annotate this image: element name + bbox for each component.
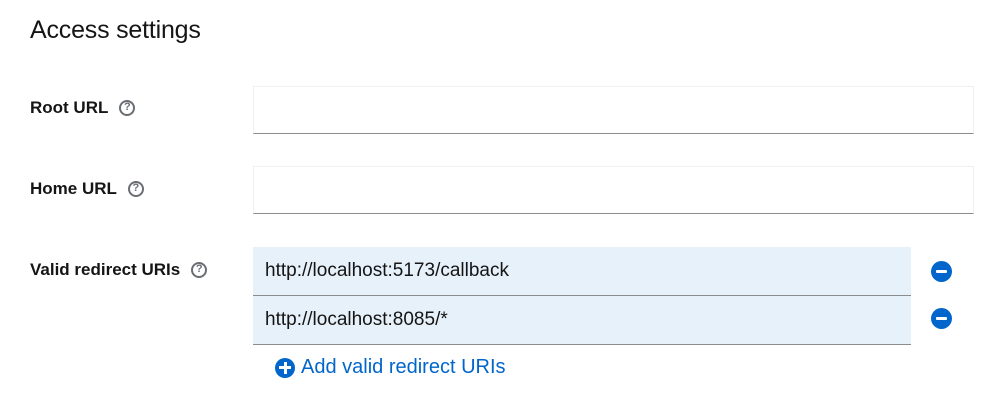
redirect-uri-value: http://localhost:8085/*: [265, 309, 448, 330]
redirect-uris-label-group: Valid redirect URIs: [30, 260, 208, 280]
minus-circle-icon[interactable]: [931, 308, 952, 329]
add-redirect-uri-label: Add valid redirect URIs: [301, 356, 506, 378]
redirect-uri-input[interactable]: http://localhost:8085/*: [253, 296, 911, 345]
root-url-label-group: Root URL: [30, 98, 136, 118]
section-title: Access settings: [30, 16, 201, 44]
minus-circle-icon[interactable]: [931, 261, 952, 282]
home-url-label-group: Home URL: [30, 179, 144, 199]
add-redirect-uri-button[interactable]: Add valid redirect URIs: [275, 356, 506, 379]
help-icon[interactable]: [191, 262, 208, 278]
help-icon[interactable]: [127, 181, 144, 197]
home-url-input[interactable]: [253, 166, 974, 214]
home-url-label: Home URL: [30, 179, 117, 198]
redirect-uris-label: Valid redirect URIs: [30, 260, 181, 279]
root-url-input[interactable]: [253, 86, 974, 134]
help-icon[interactable]: [119, 100, 136, 116]
redirect-uri-value: http://localhost:5173/callback: [265, 260, 509, 281]
root-url-label: Root URL: [30, 98, 109, 117]
redirect-uri-input[interactable]: http://localhost:5173/callback: [253, 247, 911, 296]
plus-circle-icon: [275, 357, 295, 378]
